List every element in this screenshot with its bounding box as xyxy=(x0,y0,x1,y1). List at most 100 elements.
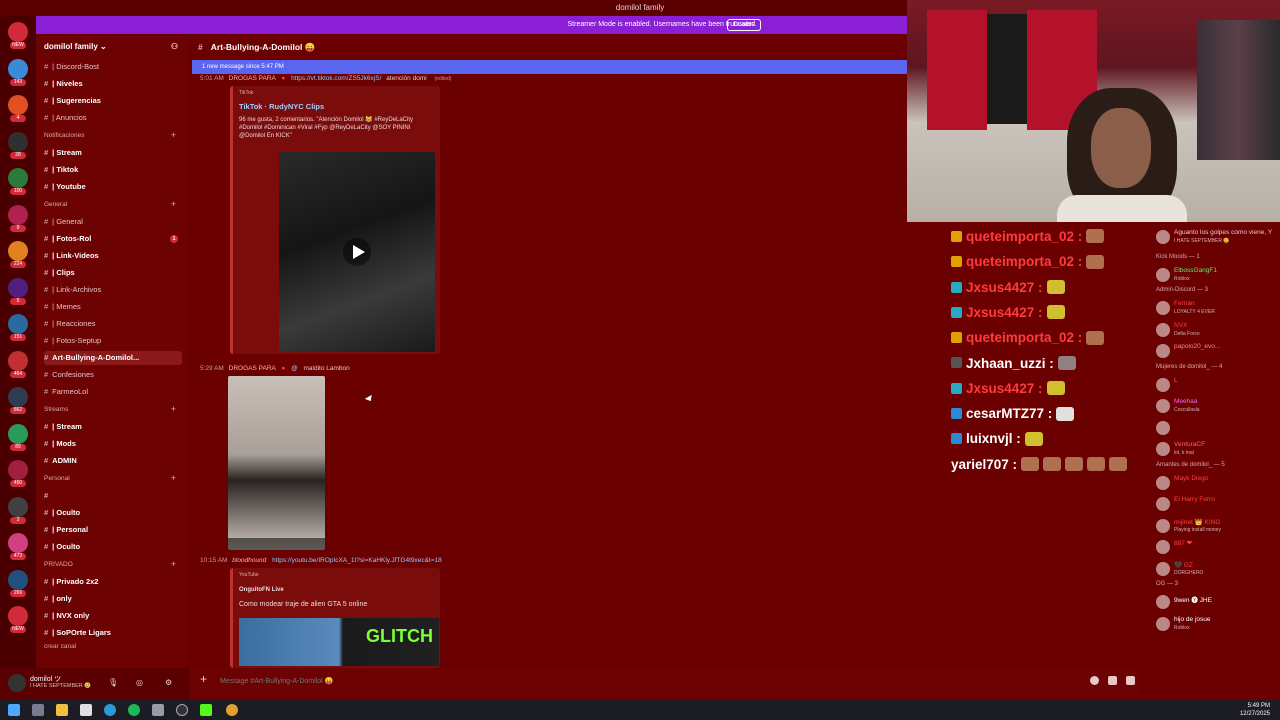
server-icon[interactable] xyxy=(8,350,28,371)
server-icon[interactable] xyxy=(8,204,28,225)
server-icon[interactable] xyxy=(8,241,28,261)
edge-icon[interactable] xyxy=(104,704,116,716)
file-explorer-icon[interactable] xyxy=(56,704,68,716)
channel-item[interactable]: # xyxy=(44,489,182,503)
channel-item[interactable]: # | Anuncios xyxy=(44,111,182,125)
disable-streamer-mode-button[interactable]: Disable xyxy=(727,19,761,31)
youtube-thumbnail[interactable]: GLITCH xyxy=(239,618,439,666)
server-icon[interactable] xyxy=(8,387,28,407)
embed-title[interactable]: TikTok · RudyNYC Clips xyxy=(239,102,324,111)
member-item[interactable]: Fernan LOYALTY 4 EVER xyxy=(1156,299,1278,319)
channel-item[interactable]: # | Personal xyxy=(44,523,182,537)
attached-video[interactable] xyxy=(228,376,325,550)
add-channel-icon[interactable]: + xyxy=(171,404,176,414)
add-attachment-icon[interactable]: + xyxy=(200,672,207,686)
member-item[interactable]: NVX Delta Force xyxy=(1156,321,1278,341)
channel-item[interactable]: # | Tiktok xyxy=(44,163,182,177)
add-channel-icon[interactable]: + xyxy=(171,130,176,140)
server-icon[interactable] xyxy=(8,460,28,480)
channel-item[interactable]: # | Fotos-Septup xyxy=(44,334,182,348)
member-item[interactable]: ElbossGangF1 Roblox xyxy=(1156,266,1278,286)
member-item[interactable]: VenturaCF lol, k mal xyxy=(1156,440,1278,460)
channel-item[interactable]: # | Stream xyxy=(44,146,182,160)
member-item[interactable]: L xyxy=(1156,376,1278,396)
channel-item[interactable]: # | Discord-Bost xyxy=(44,60,182,74)
message-author[interactable]: DROGAS PARA xyxy=(229,365,276,372)
server-icon[interactable] xyxy=(8,131,28,152)
category-privado[interactable]: PRIVADO xyxy=(44,561,73,568)
member-item[interactable]: hijo de josue Roblox xyxy=(1156,615,1278,635)
server-header[interactable]: domilol family ⌄ ⚇ xyxy=(36,36,186,58)
channel-item[interactable]: # | Stream xyxy=(44,420,182,434)
server-icon[interactable] xyxy=(8,533,28,553)
add-channel-icon[interactable]: + xyxy=(171,559,176,569)
channel-item[interactable]: # | Link-Videos xyxy=(44,249,182,263)
kick-icon[interactable] xyxy=(200,704,212,716)
channel-item[interactable]: # | NVX only xyxy=(44,609,182,623)
video-controls[interactable] xyxy=(228,538,325,550)
microphone-icon[interactable]: 🎙 xyxy=(108,678,118,688)
channel-item[interactable]: # | Oculto xyxy=(44,540,182,554)
embed-title[interactable]: Como modear traje de alien GTA 5 online xyxy=(239,601,367,609)
avatar[interactable] xyxy=(8,674,26,692)
server-icon[interactable] xyxy=(8,22,28,42)
member-item[interactable]: 887 ❤ xyxy=(1156,538,1278,558)
server-icon[interactable] xyxy=(8,277,28,298)
windows-icon[interactable] xyxy=(8,704,20,716)
member-item[interactable]: Aguanto los golpes como viene, Y I HATE S… xyxy=(1156,228,1278,248)
channel-item[interactable]: # | Sugerencias xyxy=(44,94,182,108)
server-icon[interactable] xyxy=(8,168,28,188)
obs-icon[interactable] xyxy=(176,704,188,716)
member-item[interactable]: Meehaa Coscullasla xyxy=(1156,397,1278,417)
category-notificaciones[interactable]: Notificaciones xyxy=(44,132,84,139)
channel-item[interactable]: # Confesiones xyxy=(44,368,182,382)
server-icon[interactable] xyxy=(8,58,28,79)
channel-item[interactable]: # | Niveles xyxy=(44,77,182,91)
channel-item[interactable]: # FarmeoLol xyxy=(44,385,182,399)
member-item[interactable]: Mayk Diego xyxy=(1156,474,1278,494)
headphones-icon[interactable]: ◎ xyxy=(136,678,145,688)
sticker-icon[interactable] xyxy=(1090,676,1099,685)
member-item[interactable] xyxy=(1156,419,1278,439)
server-icon[interactable] xyxy=(8,423,28,444)
member-item[interactable]: 🖤 GZ DORGHERO xyxy=(1156,560,1278,580)
member-item[interactable]: El Harry Ferro xyxy=(1156,495,1278,515)
server-icon[interactable] xyxy=(8,606,28,626)
channel-item[interactable]: # ADMIN xyxy=(44,454,182,468)
message-author[interactable]: DROGAS PARA xyxy=(229,75,276,82)
server-icon[interactable] xyxy=(8,314,28,334)
category-streams[interactable]: Streams xyxy=(44,406,68,413)
channel-item[interactable]: # | Link-Archivos xyxy=(44,283,182,297)
channel-item[interactable]: # | SoPOrte Ligars xyxy=(44,626,182,640)
channel-item[interactable]: # | General xyxy=(44,215,182,229)
search-icon[interactable] xyxy=(32,704,44,716)
member-item[interactable]: papolo20_evo... xyxy=(1156,342,1278,362)
channel-item[interactable]: # | Memes xyxy=(44,300,182,314)
member-item[interactable]: 9wen 🅨 JHE xyxy=(1156,593,1278,613)
message-input[interactable] xyxy=(220,674,1080,688)
gift-icon[interactable] xyxy=(1126,676,1135,685)
channel-item[interactable]: # | Mods xyxy=(44,437,182,451)
channel-item[interactable]: # | Youtube xyxy=(44,180,182,194)
taskbar-clock[interactable]: 5:49 PM 12/27/2025 xyxy=(1240,702,1270,718)
server-icon[interactable] xyxy=(8,569,28,590)
message-link[interactable]: https://vt.tiktok.com/ZS5Jk6xjS/ xyxy=(291,75,381,82)
channel-item[interactable]: # | only xyxy=(44,592,182,606)
add-channel-icon[interactable]: + xyxy=(171,199,176,209)
message-link[interactable]: https://youtu.be/IROpIcXA_1I?si=KaHKly.J… xyxy=(272,557,442,564)
pen-icon[interactable] xyxy=(152,704,164,716)
chrome-icon[interactable] xyxy=(226,704,238,716)
add-member-icon[interactable]: ⚇ xyxy=(171,42,178,51)
channel-item[interactable]: # | Fotos-Rol 1 xyxy=(44,232,182,246)
gear-icon[interactable]: ⚙ xyxy=(165,678,174,688)
add-channel-icon[interactable]: + xyxy=(171,473,176,483)
server-icon[interactable] xyxy=(8,496,28,517)
play-icon[interactable] xyxy=(343,238,371,266)
channel-item[interactable]: # | Clips xyxy=(44,266,182,280)
category-crear-canal[interactable]: crear canal xyxy=(44,643,76,650)
channel-item[interactable]: # | Oculto xyxy=(44,506,182,520)
video-thumbnail[interactable] xyxy=(279,152,435,352)
server-icon[interactable] xyxy=(8,95,28,115)
new-messages-bar[interactable]: 1 new message since 5:47 PM xyxy=(192,60,907,74)
category-general[interactable]: General xyxy=(44,201,67,208)
